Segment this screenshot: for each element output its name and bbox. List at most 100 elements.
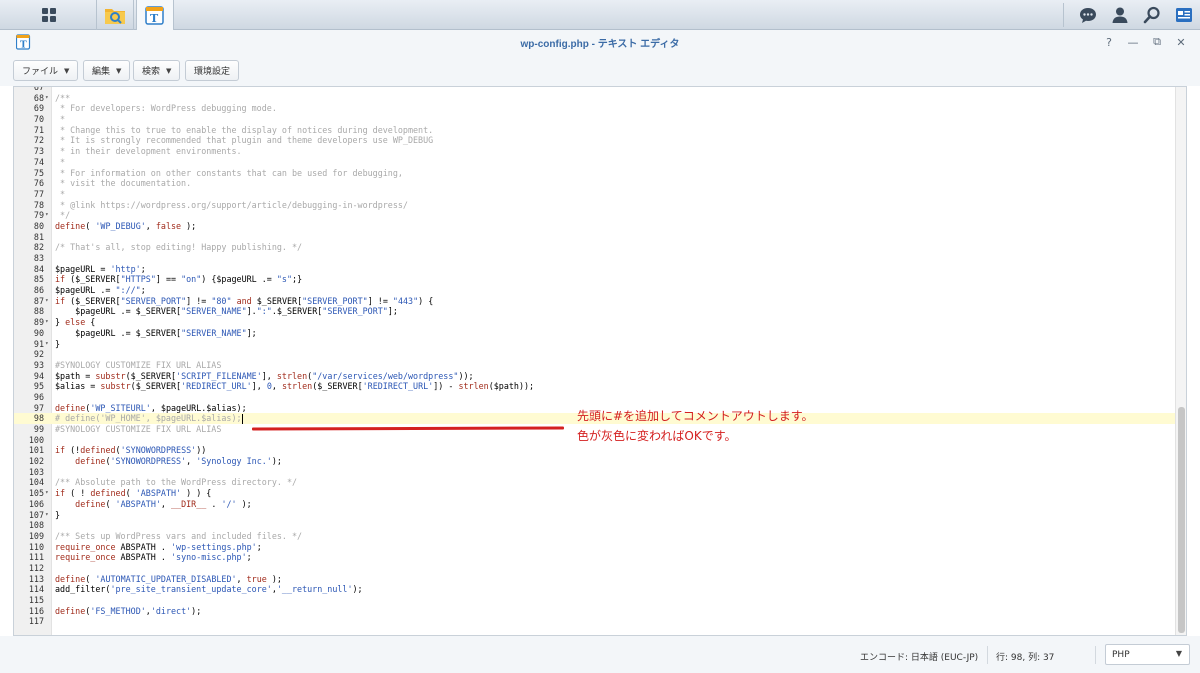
code-text: #SYNOLOGY CUSTOMIZE FIX URL ALIAS: [55, 424, 221, 435]
code-line[interactable]: 103: [14, 467, 1176, 478]
fold-toggle-icon[interactable]: ▾: [45, 339, 51, 350]
code-token: ABSPATH .: [115, 552, 171, 563]
code-token: "SERVER_PORT": [120, 295, 187, 306]
code-token: 'SYNOWORDPRESS': [110, 456, 187, 467]
code-editor[interactable]: 67 68 ▾/** 69 * For developers: WordPress …: [13, 86, 1187, 636]
code-line[interactable]: 112: [14, 563, 1176, 574]
code-line[interactable]: 82 /* That's all, stop editing! Happy pub…: [14, 242, 1176, 253]
code-line[interactable]: 115: [14, 595, 1176, 606]
code-line[interactable]: 93 #SYNOLOGY CUSTOMIZE FIX URL ALIAS: [14, 360, 1176, 371]
chat-button[interactable]: [1072, 0, 1104, 30]
code-line[interactable]: 104 /** Absolute path to the WordPress di…: [14, 477, 1176, 488]
close-button[interactable]: ✕: [1172, 33, 1190, 51]
code-token: * It is strongly recommended that plugin…: [55, 135, 434, 146]
code-line[interactable]: 92: [14, 349, 1176, 360]
code-line[interactable]: 79 ▾ */: [14, 210, 1176, 221]
edit-menu-button[interactable]: 編集 ▼: [83, 60, 131, 81]
code-line[interactable]: 76 * visit the documentation.: [14, 178, 1176, 189]
code-line[interactable]: 74 *: [14, 157, 1176, 168]
settings-label: 環境設定: [194, 67, 231, 77]
code-line[interactable]: 84 $pageURL = 'http';: [14, 264, 1176, 275]
widgets-button[interactable]: [1168, 0, 1200, 30]
code-line[interactable]: 83: [14, 253, 1176, 264]
widgets-icon: [1176, 8, 1192, 22]
code-text: define( 'AUTOMATIC_UPDATER_DISABLED', tr…: [55, 574, 282, 585]
maximize-button[interactable]: ⧉: [1148, 33, 1166, 51]
code-token: defined: [90, 488, 126, 499]
code-token: ));: [458, 370, 474, 381]
code-line[interactable]: 111 require_once ABSPATH . 'syno-misc.php…: [14, 552, 1176, 563]
code-line[interactable]: 116 define('FS_METHOD','direct');: [14, 606, 1176, 617]
code-line[interactable]: 114 add_filter('pre_site_transient_update…: [14, 584, 1176, 595]
code-line[interactable]: 88 $pageURL .= $_SERVER["SERVER_NAME"]."…: [14, 306, 1176, 317]
search-button[interactable]: [1136, 0, 1168, 30]
main-menu-button[interactable]: [0, 0, 98, 30]
help-button[interactable]: ?: [1100, 33, 1118, 51]
code-line[interactable]: 80 define( 'WP_DEBUG', false );: [14, 221, 1176, 232]
code-token: $alias =: [55, 381, 101, 392]
code-line[interactable]: 89 ▾} else {: [14, 317, 1176, 328]
code-line[interactable]: 94 $path = substr($_SERVER['SCRIPT_FILENA…: [14, 371, 1176, 382]
fold-toggle-icon[interactable]: ▾: [45, 210, 51, 221]
code-line[interactable]: 117: [14, 616, 1176, 627]
code-token: .: [206, 498, 222, 509]
code-line[interactable]: 102 define('SYNOWORDPRESS', 'Synology In…: [14, 456, 1176, 467]
line-number: 114: [28, 584, 44, 595]
code-line[interactable]: 91 ▾}: [14, 339, 1176, 350]
fold-toggle-icon[interactable]: ▾: [45, 317, 51, 328]
code-line[interactable]: 69 * For developers: WordPress debugging…: [14, 103, 1176, 114]
code-token: $pageURL .= $_SERVER[: [55, 327, 182, 338]
code-text: $pageURL .= $_SERVER["SERVER_NAME"];: [55, 328, 257, 339]
vertical-scrollbar[interactable]: [1175, 87, 1186, 635]
taskbar-app-text-editor[interactable]: T: [136, 0, 174, 30]
code-text: $pageURL .= $_SERVER["SERVER_NAME"].":".…: [55, 306, 398, 317]
code-line[interactable]: 90 $pageURL .= $_SERVER["SERVER_NAME"];: [14, 328, 1176, 339]
minimize-button[interactable]: —: [1124, 33, 1142, 51]
code-lines[interactable]: 67 68 ▾/** 69 * For developers: WordPress …: [14, 87, 1176, 627]
code-line[interactable]: 67: [14, 87, 1176, 93]
code-token: 'REDIRECT_URL': [181, 381, 252, 392]
code-line[interactable]: 72 * It is strongly recommended that plu…: [14, 135, 1176, 146]
code-line[interactable]: 110 require_once ABSPATH . 'wp-settings.p…: [14, 542, 1176, 553]
code-line[interactable]: 70 *: [14, 114, 1176, 125]
fold-toggle-icon[interactable]: ▾: [45, 488, 51, 499]
code-line[interactable]: 107 ▾}: [14, 510, 1176, 521]
code-token: defined: [80, 445, 116, 456]
code-line[interactable]: 105 ▾ if ( ! defined( 'ABSPATH' ) ) {: [14, 488, 1176, 499]
code-line[interactable]: 108: [14, 520, 1176, 531]
code-line[interactable]: 109 /** Sets up WordPress vars and includ…: [14, 531, 1176, 542]
search-menu-button[interactable]: 検索 ▼: [133, 60, 181, 81]
chevron-down-icon: ▼: [166, 66, 172, 75]
code-line[interactable]: 75 * For information on other constants …: [14, 168, 1176, 179]
code-line[interactable]: 113 define( 'AUTOMATIC_UPDATER_DISABLED',…: [14, 574, 1176, 585]
language-select[interactable]: PHP ▼: [1105, 644, 1190, 665]
code-line[interactable]: 101 if (!defined('SYNOWORDPRESS')): [14, 445, 1176, 456]
encoding-status[interactable]: エンコード: 日本語 (EUC-JP): [860, 650, 978, 663]
code-token: define: [55, 220, 86, 231]
user-button[interactable]: [1104, 0, 1136, 30]
code-line[interactable]: 77 *: [14, 189, 1176, 200]
code-line[interactable]: 106 define( 'ABSPATH', __DIR__ . '/' );: [14, 499, 1176, 510]
fold-toggle-icon[interactable]: ▾: [45, 510, 51, 521]
code-token: {: [85, 317, 96, 328]
code-text: define('FS_METHOD','direct');: [55, 606, 201, 617]
code-text: $path = substr($_SERVER['SCRIPT_FILENAME…: [55, 371, 474, 382]
code-line[interactable]: 73 * in their development environments.: [14, 146, 1176, 157]
code-line[interactable]: 81: [14, 232, 1176, 243]
code-token: if: [55, 274, 66, 285]
code-line[interactable]: 95 $alias = substr($_SERVER['REDIRECT_URL…: [14, 381, 1176, 392]
file-menu-button[interactable]: ファイル ▼: [13, 60, 79, 81]
code-line[interactable]: 68 ▾ /**: [14, 93, 1176, 104]
code-line[interactable]: 71 * Change this to true to enable the d…: [14, 125, 1176, 136]
code-line[interactable]: 96: [14, 392, 1176, 403]
code-line[interactable]: 87 ▾ if ($_SERVER["SERVER_PORT"] != "80" a…: [14, 296, 1176, 307]
fold-toggle-icon[interactable]: ▾: [45, 93, 51, 104]
scrollbar-thumb[interactable]: [1178, 407, 1185, 633]
fold-toggle-icon[interactable]: ▾: [45, 296, 51, 307]
code-line[interactable]: 86 $pageURL .= "://";: [14, 285, 1176, 296]
code-line[interactable]: 78 * @link https://wordpress.org/support…: [14, 200, 1176, 211]
code-text: *: [55, 114, 65, 125]
settings-button[interactable]: 環境設定: [185, 60, 240, 81]
taskbar-app-file-station[interactable]: [96, 0, 134, 30]
code-line[interactable]: 85 if ($_SERVER["HTTPS"] == "on") {$pageU…: [14, 274, 1176, 285]
